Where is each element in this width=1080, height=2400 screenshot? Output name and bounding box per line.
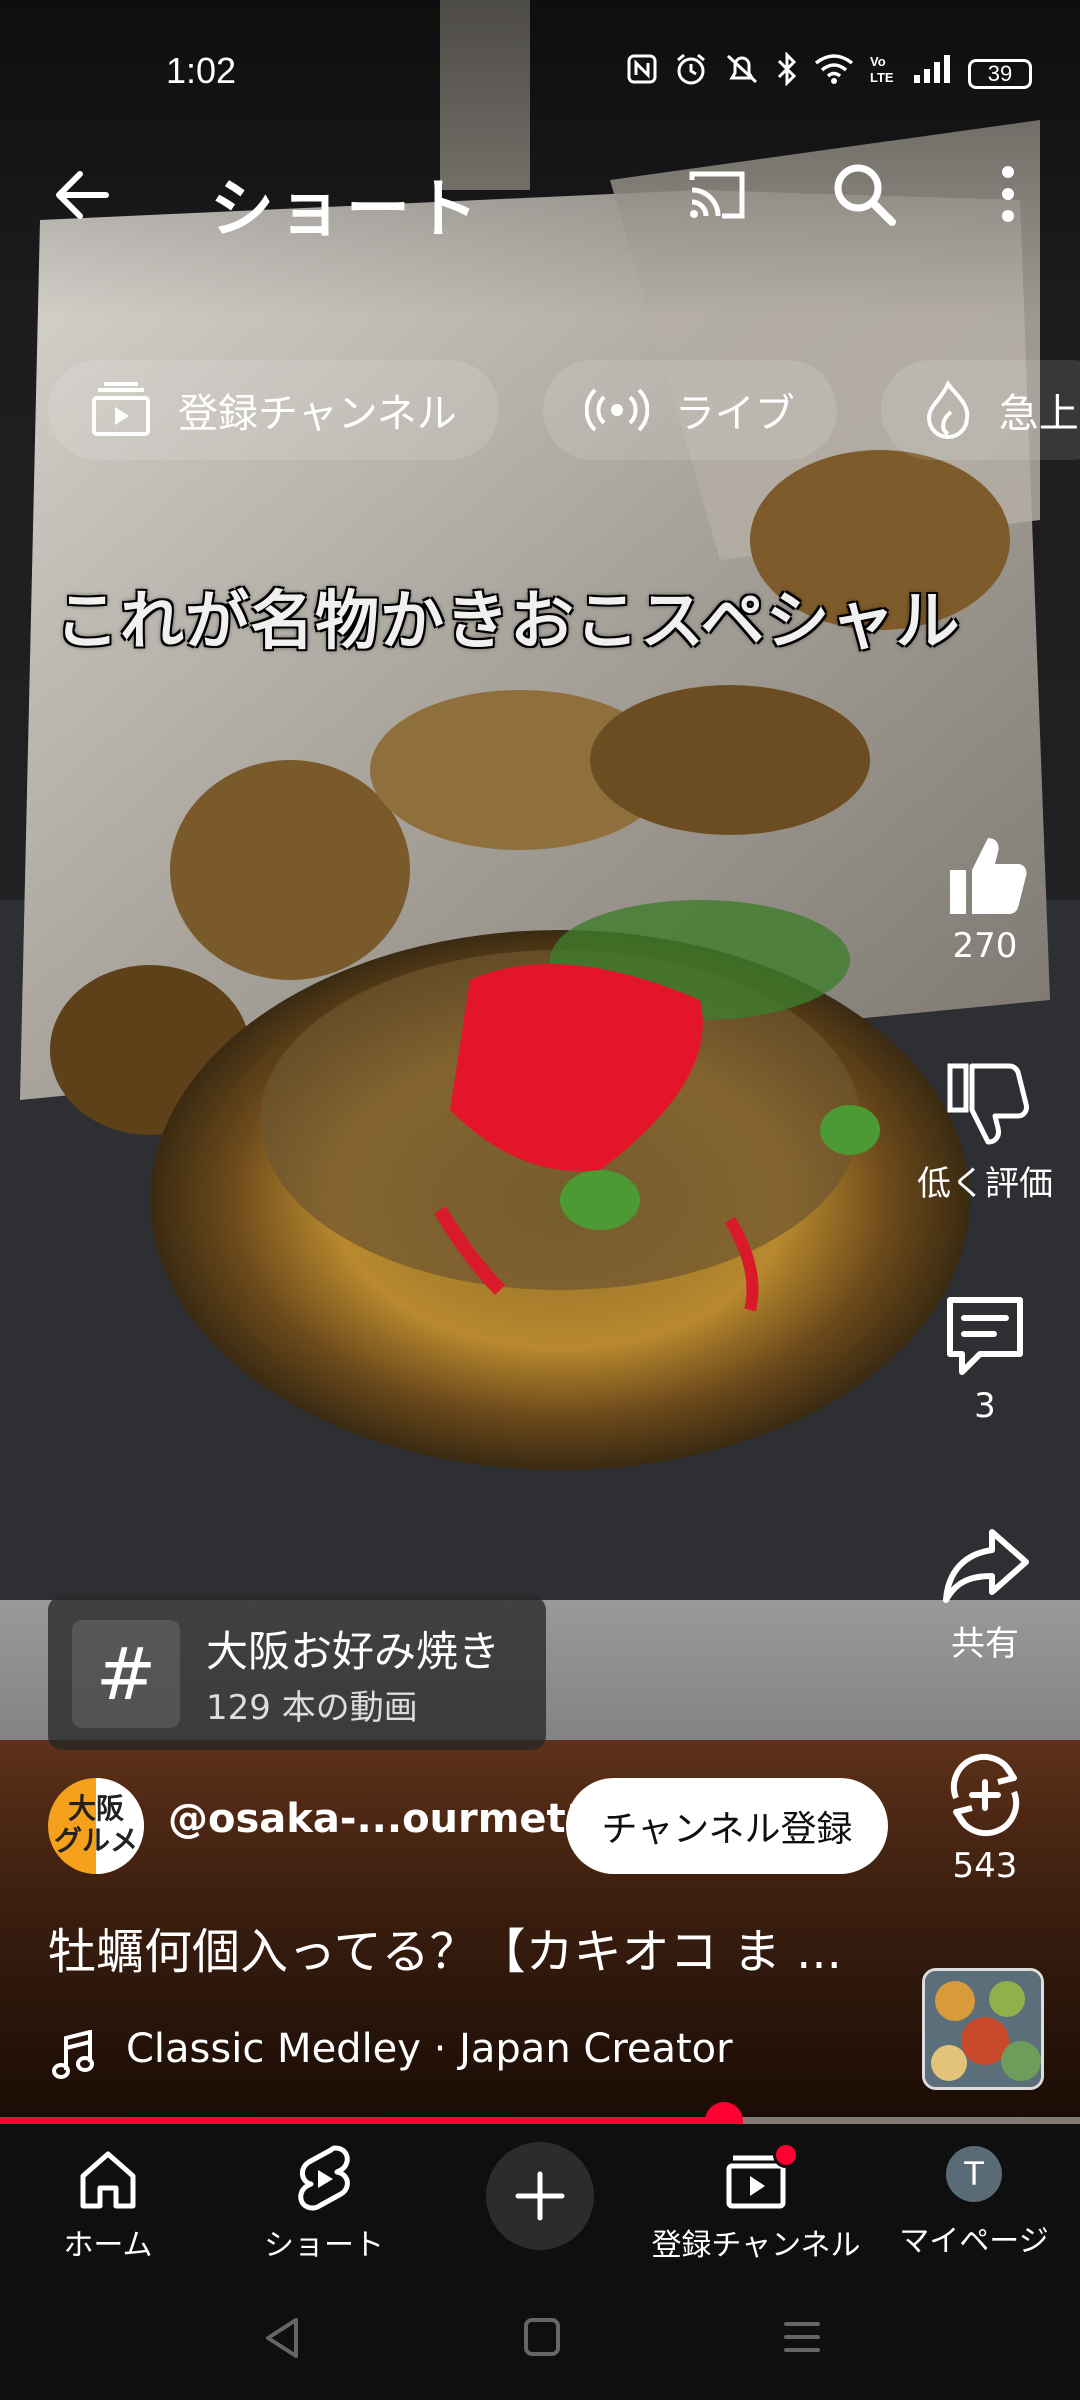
music-title: Classic Medley · Japan Creator bbox=[126, 2026, 733, 2072]
chip-label: 急上 bbox=[998, 391, 1079, 437]
more-options-button[interactable] bbox=[980, 158, 1036, 230]
chip-subscriptions[interactable]: 登録チャンネル bbox=[48, 360, 499, 460]
wifi-icon bbox=[814, 53, 854, 94]
music-thumbnail[interactable] bbox=[922, 1968, 1044, 2090]
subscriptions-icon bbox=[92, 382, 150, 436]
signal-icon bbox=[912, 53, 952, 94]
dislike-button[interactable]: 低く評価 bbox=[895, 1060, 1075, 1205]
like-count: 270 bbox=[952, 926, 1018, 966]
status-bar: 1:02 Vo LTE 39 bbox=[0, 0, 1080, 130]
cast-icon bbox=[689, 171, 745, 219]
system-home-icon[interactable] bbox=[522, 2316, 562, 2358]
video-progress-bar[interactable] bbox=[0, 2102, 1080, 2140]
thumbs-down-icon bbox=[947, 1063, 1029, 1145]
remix-icon bbox=[951, 1753, 1019, 1837]
avatar-text-line2: グルメ bbox=[53, 1824, 138, 1857]
status-time: 1:02 bbox=[166, 50, 237, 91]
comments-button[interactable]: 3 bbox=[895, 1290, 1075, 1426]
status-icons: Vo LTE 39 bbox=[626, 51, 1032, 95]
video-title[interactable]: 牡蠣何個入ってる？【カキオコ ま ... bbox=[48, 1912, 842, 1982]
channel-avatar[interactable]: 大阪 グルメ bbox=[48, 1778, 144, 1874]
new-content-badge bbox=[773, 2142, 799, 2168]
nav-shorts[interactable]: ショート bbox=[254, 2124, 394, 2276]
bluetooth-icon bbox=[776, 51, 798, 95]
create-button[interactable] bbox=[486, 2142, 594, 2250]
music-row[interactable]: Classic Medley · Japan Creator bbox=[48, 2024, 948, 2084]
nav-home-label: ホーム bbox=[63, 2228, 153, 2263]
page-title: ショート bbox=[210, 173, 482, 247]
nfc-icon bbox=[626, 53, 658, 94]
hashtag-title: 大阪お好み焼き bbox=[206, 1627, 501, 1676]
thumbs-up-icon bbox=[950, 838, 1027, 914]
shorts-icon bbox=[298, 2145, 350, 2211]
user-avatar: T bbox=[946, 2146, 1002, 2202]
nav-mypage[interactable]: T マイページ bbox=[896, 2124, 1052, 2276]
dislike-label: 低く評価 bbox=[917, 1164, 1053, 1204]
feed-filter-chips: 登録チャンネル ライブ 急上 bbox=[48, 360, 1080, 460]
cast-button[interactable] bbox=[682, 160, 752, 230]
mute-icon bbox=[724, 52, 760, 95]
like-button[interactable]: 270 bbox=[895, 830, 1075, 966]
chip-trending[interactable]: 急上 bbox=[880, 360, 1080, 460]
hashtag-icon: # bbox=[72, 1620, 180, 1728]
share-icon bbox=[943, 1529, 1029, 1603]
battery-icon: 39 bbox=[968, 58, 1032, 89]
more-vert-icon bbox=[1002, 166, 1014, 222]
subscriptions-icon-wrap bbox=[721, 2142, 799, 2214]
hashtag-video-count: 129 本の動画 bbox=[206, 1688, 418, 1728]
share-button[interactable]: 共有 bbox=[895, 1520, 1075, 1665]
plus-icon bbox=[515, 2171, 565, 2221]
avatar-text-line1: 大阪 bbox=[67, 1792, 124, 1825]
music-thumbnail-image bbox=[925, 1971, 1041, 2087]
remix-count: 543 bbox=[952, 1846, 1018, 1886]
video-caption-overlay: これが名物かきおこスペシャル bbox=[55, 584, 961, 659]
remix-button[interactable]: 543 bbox=[895, 1750, 1075, 1886]
live-icon bbox=[584, 388, 649, 432]
bottom-navigation: ホーム ショート 登録チャンネル T マイページ bbox=[0, 2124, 1080, 2276]
volte-icon: Vo LTE bbox=[870, 52, 896, 95]
action-rail: 270 低く評価 3 共有 543 bbox=[895, 830, 1075, 1930]
nav-subscriptions[interactable]: 登録チャンネル bbox=[648, 2124, 864, 2276]
nav-subscriptions-label: 登録チャンネル bbox=[651, 2228, 861, 2263]
trending-icon bbox=[926, 380, 969, 439]
top-app-bar: ショート bbox=[0, 150, 1080, 247]
nav-mypage-label: マイページ bbox=[899, 2224, 1049, 2259]
comment-count: 3 bbox=[974, 1386, 996, 1426]
comment-icon bbox=[947, 1297, 1023, 1375]
chip-label: 登録チャンネル bbox=[178, 391, 457, 437]
subscribe-button[interactable]: チャンネル登録 bbox=[566, 1778, 888, 1874]
home-icon bbox=[80, 2151, 136, 2209]
progress-fill bbox=[0, 2117, 724, 2124]
system-recents-icon[interactable] bbox=[782, 2318, 822, 2356]
channel-handle[interactable]: @osaka-...ourmet1 bbox=[168, 1796, 594, 1842]
chip-label: ライブ bbox=[674, 391, 795, 437]
search-icon bbox=[834, 164, 896, 226]
system-navigation-bar bbox=[0, 2276, 1080, 2400]
share-label: 共有 bbox=[951, 1624, 1019, 1664]
system-back-icon[interactable] bbox=[262, 2316, 302, 2360]
music-note-icon bbox=[52, 2030, 94, 2079]
hashtag-card[interactable]: # 大阪お好み焼き 129 本の動画 bbox=[48, 1596, 546, 1750]
nav-shorts-label: ショート bbox=[264, 2228, 384, 2263]
back-arrow-icon bbox=[56, 171, 109, 219]
svg-text:Vo: Vo bbox=[870, 54, 886, 69]
nav-home[interactable]: ホーム bbox=[40, 2124, 176, 2276]
alarm-icon bbox=[674, 52, 708, 95]
search-button[interactable] bbox=[828, 158, 900, 230]
back-button[interactable] bbox=[48, 160, 118, 230]
channel-row: 大阪 グルメ @osaka-...ourmet1 チャンネル登録 bbox=[48, 1778, 888, 1874]
svg-text:LTE: LTE bbox=[870, 70, 894, 85]
chip-live[interactable]: ライブ bbox=[542, 360, 837, 460]
